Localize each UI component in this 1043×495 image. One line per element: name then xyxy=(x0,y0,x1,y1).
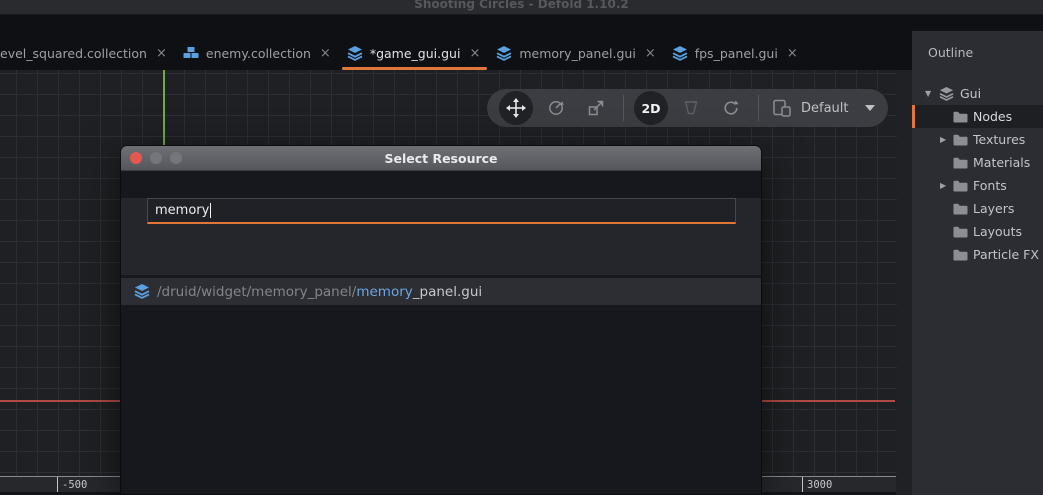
folder-icon xyxy=(953,111,968,123)
close-icon[interactable]: × xyxy=(154,47,169,60)
folder-icon xyxy=(953,134,968,146)
close-icon[interactable]: × xyxy=(643,47,658,60)
ruler-mark: -500 xyxy=(57,477,87,492)
zoom-window-button[interactable] xyxy=(170,152,182,164)
ruler-label: 3000 xyxy=(807,479,832,491)
collection-icon xyxy=(183,47,199,59)
expander-right-icon[interactable]: ▶ xyxy=(940,136,953,144)
tab-fps-panel-gui[interactable]: fps_panel.gui × xyxy=(665,36,807,70)
tree-item-particle-fx[interactable]: Particle FX xyxy=(912,243,1043,266)
ruler-tick xyxy=(802,477,803,492)
result-path-suffix: _panel.gui xyxy=(413,284,482,300)
search-input-value: memory xyxy=(155,203,209,218)
tree-item-materials[interactable]: Materials xyxy=(912,151,1043,174)
outline-panel: Outline ▼ Gui Nodes ▶ Textures xyxy=(912,31,1043,495)
expander-right-icon[interactable]: ▶ xyxy=(940,182,953,190)
frustum-icon xyxy=(682,100,700,116)
result-path-match: memory xyxy=(356,284,412,300)
tab-label: fps_panel.gui xyxy=(695,46,778,61)
dialog-search-section: memory xyxy=(121,198,761,275)
tree-item-label: Layers xyxy=(973,201,1014,216)
tree-item-gui[interactable]: ▼ Gui xyxy=(912,82,1043,105)
tab-label: enemy.collection xyxy=(206,46,311,61)
close-icon[interactable]: × xyxy=(467,47,482,60)
tab-label: evel_squared.collection xyxy=(0,46,147,61)
move-icon xyxy=(506,98,526,118)
dialog-titlebar: Select Resource xyxy=(121,146,761,171)
tree-item-textures[interactable]: ▶ Textures xyxy=(912,128,1043,151)
gui-icon xyxy=(134,284,150,299)
tab-bar: evel_squared.collection × enemy.collecti… xyxy=(0,15,1043,70)
tab-label: memory_panel.gui xyxy=(519,46,635,61)
layout-selected-value: Default xyxy=(801,101,849,116)
move-tool-button[interactable] xyxy=(499,91,533,125)
rotate-tool-button[interactable] xyxy=(539,91,573,125)
gui-icon xyxy=(938,87,955,101)
device-layout-icon xyxy=(771,99,793,117)
tree-item-fonts[interactable]: ▶ Fonts xyxy=(912,174,1043,197)
folder-icon xyxy=(953,203,968,215)
folder-icon xyxy=(953,226,968,238)
tab-enemy-collection[interactable]: enemy.collection × xyxy=(176,36,340,70)
tree-item-label: Layouts xyxy=(973,224,1022,239)
result-row[interactable]: /druid/widget/memory_panel/memory_panel.… xyxy=(121,278,761,305)
ruler-mark: 3000 xyxy=(802,477,832,492)
gui-icon xyxy=(672,46,688,61)
canvas-toolbar: 2D Default xyxy=(487,89,888,127)
tab-memory-panel-gui[interactable]: memory_panel.gui × xyxy=(489,36,664,70)
reload-button[interactable] xyxy=(714,91,748,125)
select-resource-dialog: Select Resource memory /druid/widget/mem… xyxy=(120,145,762,495)
tree-item-nodes[interactable]: Nodes xyxy=(912,105,1043,128)
gui-icon xyxy=(347,46,363,61)
tree-item-layouts[interactable]: Layouts xyxy=(912,220,1043,243)
tab-level-squared-collection[interactable]: evel_squared.collection × xyxy=(0,36,176,70)
toolbar-separator xyxy=(623,95,624,121)
chevron-down-icon xyxy=(865,105,875,111)
2d-mode-button[interactable]: 2D xyxy=(634,91,668,125)
tree-item-label: Gui xyxy=(960,86,981,101)
frustum-culling-button[interactable] xyxy=(674,91,708,125)
scale-icon xyxy=(587,99,605,117)
scale-tool-button[interactable] xyxy=(579,91,613,125)
folder-icon xyxy=(953,157,968,169)
window-title: Shooting Circles - Defold 1.10.2 xyxy=(0,0,1043,14)
tree-item-label: Materials xyxy=(973,155,1030,170)
window-titlebar: Shooting Circles - Defold 1.10.2 xyxy=(0,0,1043,15)
expander-down-icon[interactable]: ▼ xyxy=(925,90,938,98)
gui-icon xyxy=(496,46,512,61)
ruler-label: -500 xyxy=(62,479,87,491)
tab-game-gui[interactable]: *game_gui.gui × xyxy=(340,36,490,70)
folder-icon xyxy=(953,249,968,261)
text-cursor xyxy=(210,203,211,218)
minimize-window-button[interactable] xyxy=(150,152,162,164)
dialog-title: Select Resource xyxy=(384,151,497,166)
outline-tree: ▼ Gui Nodes ▶ Textures Materials xyxy=(912,82,1043,266)
outline-panel-title: Outline xyxy=(928,45,973,60)
tree-item-label: Nodes xyxy=(973,109,1012,124)
ruler-tick xyxy=(57,477,58,492)
tree-item-label: Textures xyxy=(973,132,1025,147)
rotate-icon xyxy=(547,99,565,117)
window-controls xyxy=(130,152,182,164)
2d-mode-label: 2D xyxy=(641,101,660,116)
toolbar-separator xyxy=(758,95,759,121)
tree-item-label: Particle FX xyxy=(973,247,1039,262)
close-icon[interactable]: × xyxy=(318,47,333,60)
tree-item-layers[interactable]: Layers xyxy=(912,197,1043,220)
results-list: /druid/widget/memory_panel/memory_panel.… xyxy=(121,278,761,495)
close-icon[interactable]: × xyxy=(785,47,800,60)
folder-icon xyxy=(953,180,968,192)
layout-selector[interactable]: Default xyxy=(771,99,875,117)
tree-item-label: Fonts xyxy=(973,178,1007,193)
close-window-button[interactable] xyxy=(130,152,142,164)
refresh-icon xyxy=(722,99,740,117)
result-path-prefix: /druid/widget/memory_panel/ xyxy=(157,284,356,300)
search-input[interactable]: memory xyxy=(147,198,736,224)
tab-label: *game_gui.gui xyxy=(370,46,461,61)
